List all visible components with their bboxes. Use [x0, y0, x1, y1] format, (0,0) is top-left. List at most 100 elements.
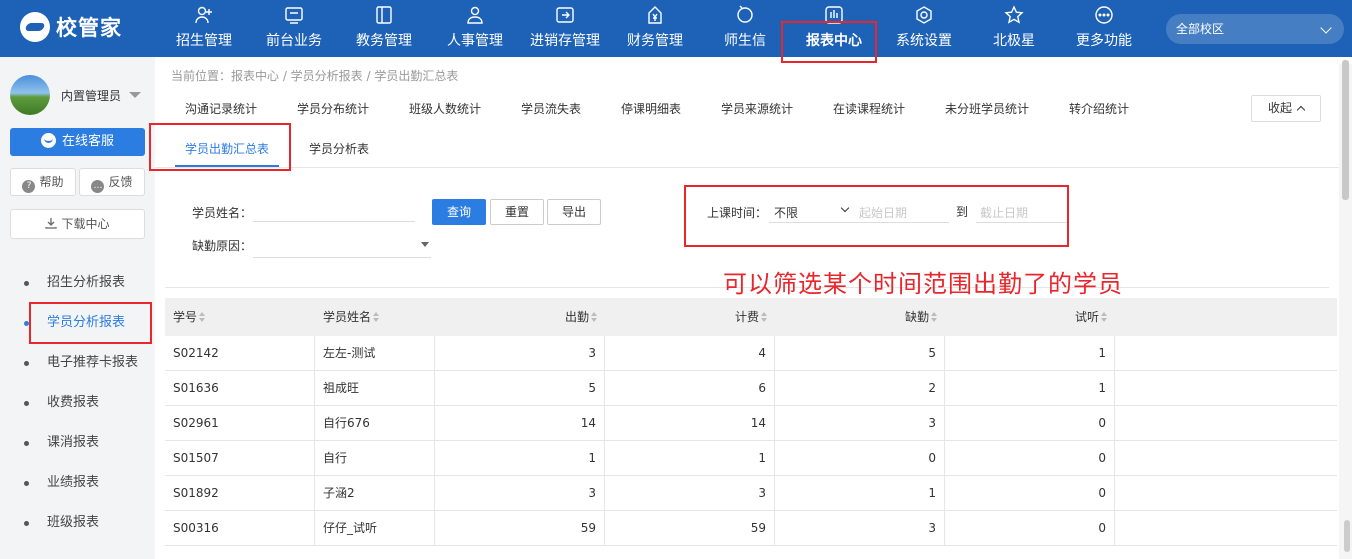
nav-item-messages[interactable]: 师生信: [700, 0, 790, 57]
collapse-label: 收起: [1267, 101, 1292, 115]
sidebar-item-performance[interactable]: 业绩报表: [0, 463, 155, 503]
column-header-student-id[interactable]: 学号: [165, 298, 315, 336]
reset-button[interactable]: 重置: [490, 199, 544, 225]
column-header-blank: [1115, 298, 1337, 336]
cell-attendance: 14: [435, 406, 605, 440]
nav-item-inventory[interactable]: 进销存管理: [520, 0, 610, 57]
monitor-icon: [285, 7, 303, 24]
column-header-label: 学号: [173, 310, 198, 324]
caret-down-icon[interactable]: [129, 92, 141, 98]
more-icon: [1095, 6, 1113, 24]
column-header-label: 试听: [1074, 310, 1099, 324]
sidebar-item-fees[interactable]: 收费报表: [0, 383, 155, 423]
sort-icon[interactable]: [761, 312, 767, 322]
avatar[interactable]: [10, 75, 50, 115]
campus-select[interactable]: 全部校区: [1166, 14, 1344, 44]
sidebar-item-class-consumption[interactable]: 课消报表: [0, 423, 155, 463]
cell-billed: 6: [605, 371, 775, 405]
column-header-absent[interactable]: 缺勤: [775, 298, 945, 336]
nav-label: 系统设置: [896, 33, 952, 49]
cell-trial: 0: [945, 441, 1115, 475]
sidebar-item-label: 班级报表: [47, 515, 100, 530]
nav-item-hr[interactable]: 人事管理: [430, 0, 520, 57]
nav-item-enrollment[interactable]: 招生管理: [159, 0, 249, 57]
cell-blank: [1115, 406, 1337, 440]
scrollbar-thumb[interactable]: [1342, 60, 1349, 200]
cell-absent: 3: [775, 511, 945, 545]
column-header-student-name[interactable]: 学员姓名: [315, 298, 435, 336]
app-logo[interactable]: 校管家: [20, 12, 122, 42]
nav-item-academic[interactable]: 教务管理: [339, 0, 429, 57]
column-header-trial[interactable]: 试听: [945, 298, 1115, 336]
attendance-table: 学号 学员姓名 出勤 计费 缺勤 试听 S02142 左左-测试 3 4 5 1…: [165, 298, 1337, 546]
cell-billed: 14: [605, 406, 775, 440]
table-row[interactable]: S02961 自行676 14 14 3 0: [165, 406, 1337, 441]
nav-item-polaris[interactable]: 北极星: [969, 0, 1059, 57]
table-row[interactable]: S01507 自行 1 1 0 0: [165, 441, 1337, 476]
tab-student-source[interactable]: 学员来源统计: [721, 100, 793, 117]
column-header-attendance[interactable]: 出勤: [435, 298, 605, 336]
sidebar-item-class-report[interactable]: 班级报表: [0, 503, 155, 543]
cell-student-id: S02961: [165, 406, 315, 440]
column-header-billed[interactable]: 计费: [605, 298, 775, 336]
online-service-button[interactable]: 在线客服: [10, 128, 145, 156]
cell-student-id: S00316: [165, 511, 315, 545]
feedback-button[interactable]: … 反馈: [79, 168, 145, 196]
user-name[interactable]: 内置管理员: [61, 87, 121, 104]
sidebar-item-label: 招生分析报表: [47, 275, 126, 290]
tab-class-size[interactable]: 班级人数统计: [409, 100, 481, 117]
sort-icon[interactable]: [931, 312, 937, 322]
nav-item-finance[interactable]: 财务管理: [610, 0, 700, 57]
sort-icon[interactable]: [1101, 312, 1107, 322]
tab-student-distribution[interactable]: 学员分布统计: [297, 100, 369, 117]
tab-referral-stats[interactable]: 转介绍统计: [1069, 100, 1129, 117]
feedback-label: 反馈: [108, 175, 133, 189]
absence-reason-select[interactable]: [253, 257, 431, 258]
tab-student-churn[interactable]: 学员流失表: [521, 100, 581, 117]
student-name-input[interactable]: [253, 221, 415, 222]
download-icon: [45, 218, 58, 229]
sort-icon[interactable]: [591, 312, 597, 322]
collapse-button[interactable]: 收起: [1251, 95, 1321, 122]
bullet-icon: [24, 441, 29, 446]
caret-down-icon[interactable]: [421, 242, 429, 247]
help-button[interactable]: ? 帮助: [10, 168, 76, 196]
chevron-up-icon: [1296, 105, 1306, 115]
nav-item-settings[interactable]: 系统设置: [879, 0, 969, 57]
cell-student-name: 自行676: [315, 406, 435, 440]
cell-absent: 2: [775, 371, 945, 405]
online-service-label: 在线客服: [61, 134, 114, 149]
box-icon: [556, 7, 574, 23]
sort-icon[interactable]: [373, 312, 380, 322]
nav-item-more[interactable]: 更多功能: [1059, 0, 1149, 57]
cell-student-id: S01892: [165, 476, 315, 510]
cell-student-name: 自行: [315, 441, 435, 475]
table-row[interactable]: S01636 祖成旺 5 6 2 1: [165, 371, 1337, 406]
nav-label: 师生信: [724, 33, 766, 49]
sidebar-item-enrollment-report[interactable]: 招生分析报表: [0, 263, 155, 303]
tab-active-courses[interactable]: 在读课程统计: [833, 100, 905, 117]
nav-label: 教务管理: [356, 33, 412, 49]
table-row[interactable]: S01892 子涵2 3 3 1 0: [165, 476, 1337, 511]
tab-unassigned-students[interactable]: 未分班学员统计: [945, 100, 1029, 117]
cell-attendance: 3: [435, 336, 605, 370]
query-button[interactable]: 查询: [432, 199, 486, 225]
table-row[interactable]: S00316 仔仔_试听 59 59 3 0: [165, 511, 1337, 546]
annotation-text: 可以筛选某个时间范围出勤了的学员: [723, 270, 1123, 298]
cell-attendance: 3: [435, 476, 605, 510]
sidebar-item-referral-card[interactable]: 电子推荐卡报表: [0, 343, 155, 383]
person-icon: [467, 6, 483, 24]
cell-blank: [1115, 336, 1337, 370]
tab-student-analysis-table[interactable]: 学员分析表: [309, 140, 369, 157]
tab-suspension-detail[interactable]: 停课明细表: [621, 100, 681, 117]
column-header-label: 计费: [734, 310, 759, 324]
scrollbar-thumb-lower[interactable]: [1344, 520, 1350, 552]
table-row[interactable]: S02142 左左-测试 3 4 5 1: [165, 336, 1337, 371]
nav-item-front-desk[interactable]: 前台业务: [249, 0, 339, 57]
annotation-box-attendance-tab: [149, 123, 291, 171]
tab-communication-stats[interactable]: 沟通记录统计: [185, 100, 257, 117]
export-button[interactable]: 导出: [547, 199, 601, 225]
cell-blank: [1115, 441, 1337, 475]
download-center-button[interactable]: 下载中心: [10, 209, 145, 239]
sort-icon[interactable]: [199, 312, 206, 322]
